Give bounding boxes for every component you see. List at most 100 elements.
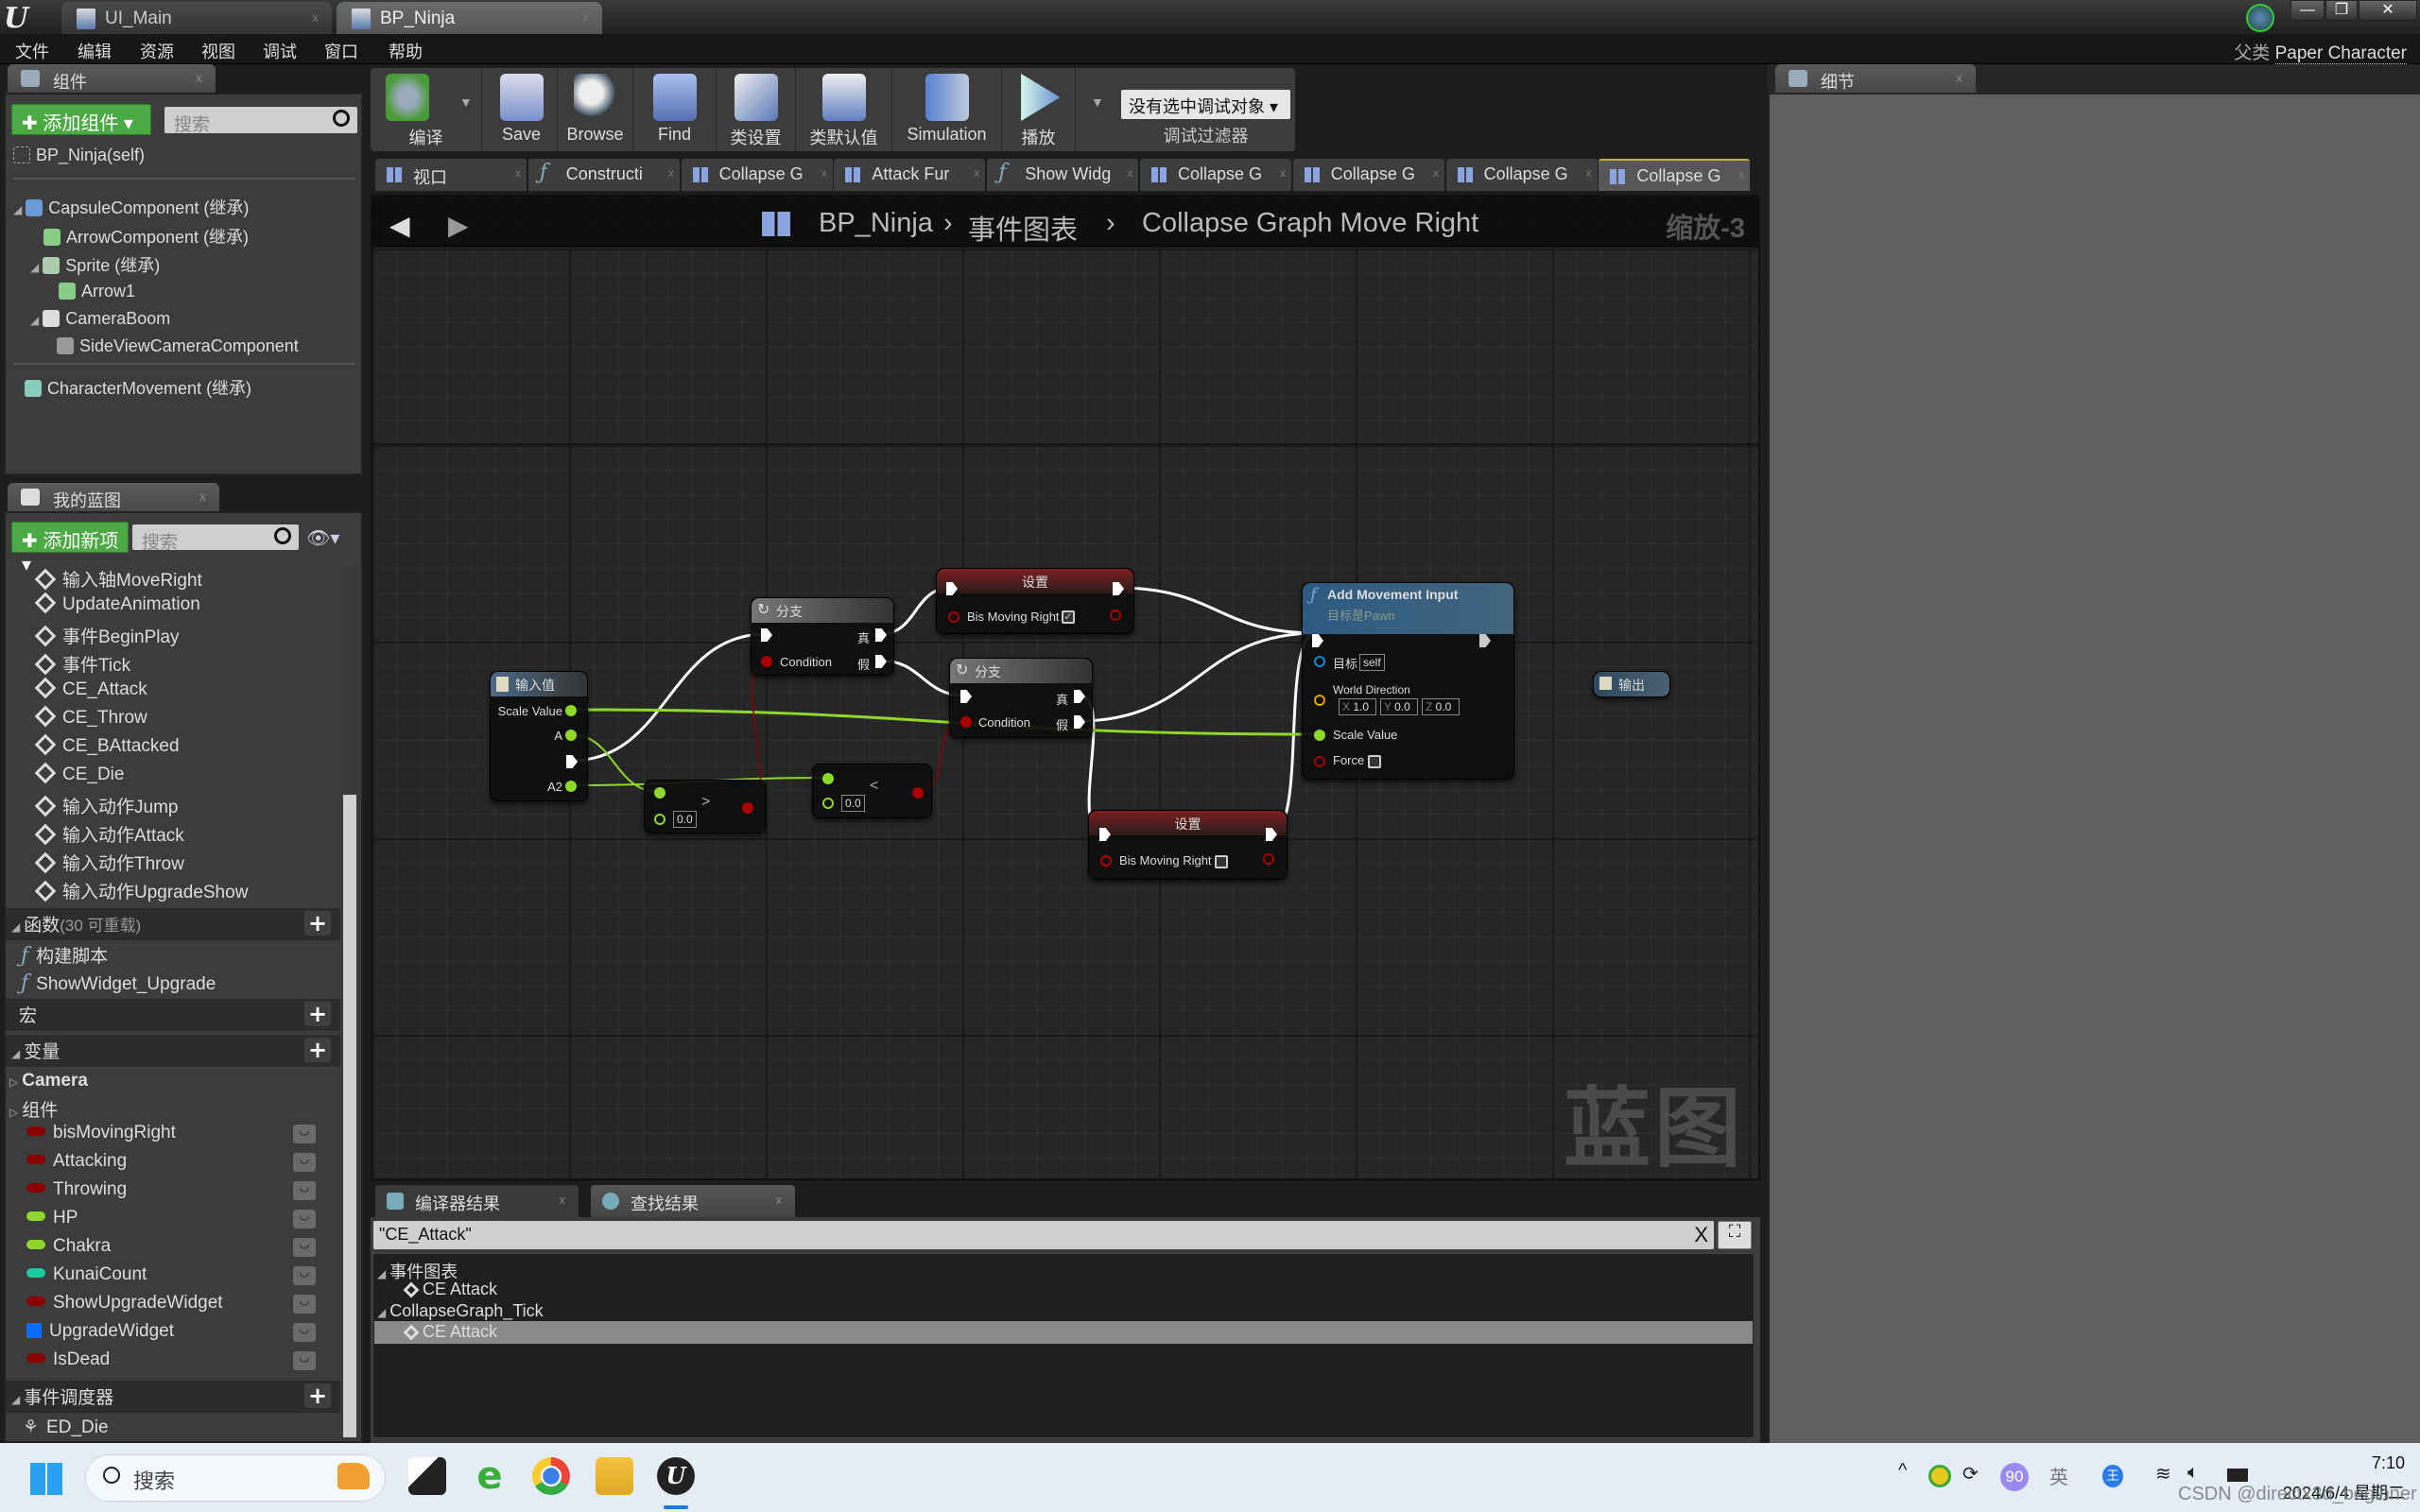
y-value: 0.0: [1394, 700, 1410, 713]
tray-app-icon[interactable]: [1928, 1465, 1951, 1487]
node-title: 分支: [776, 604, 803, 619]
pin-out[interactable]: [742, 802, 753, 814]
unreal-engine-icon[interactable]: U: [657, 1457, 695, 1495]
show-hidden-icons-chevron[interactable]: ^: [1898, 1460, 1907, 1482]
pin-b[interactable]: [822, 798, 834, 809]
node-branch-2[interactable]: ↻ 分支 真 Condition 假: [949, 658, 1093, 738]
x-value-box[interactable]: X 1.0: [1339, 698, 1376, 715]
node-title: 分支: [975, 664, 1001, 679]
exec-true-pin[interactable]: [1074, 690, 1085, 703]
exec-false-pin[interactable]: [1074, 715, 1085, 729]
compiler-icon: [387, 1193, 404, 1210]
pin-target[interactable]: [1314, 656, 1325, 667]
pin-force[interactable]: [1314, 756, 1325, 767]
force-checkbox[interactable]: [1368, 755, 1381, 768]
y-value-box[interactable]: Y 0.0: [1380, 698, 1418, 715]
close-tab-icon[interactable]: x: [1956, 70, 1962, 85]
checkbox-checked[interactable]: ✓: [1062, 610, 1075, 624]
pin-out[interactable]: [1110, 610, 1121, 621]
node-input-value[interactable]: 输入值 Scale Value A A2: [490, 671, 588, 801]
result-group[interactable]: ◢ CollapseGraph_Tick: [377, 1301, 544, 1321]
checkbox-unchecked[interactable]: [1215, 855, 1228, 868]
volume-icon[interactable]: 🔈︎: [2187, 1462, 2199, 1484]
tab-find-results[interactable]: 查找结果 x: [591, 1185, 795, 1217]
node-subtitle: 目标是Pawn: [1327, 609, 1395, 623]
taskbar-search[interactable]: 搜索: [85, 1454, 386, 1502]
exec-in-pin[interactable]: [1312, 634, 1323, 647]
pin-out[interactable]: [1263, 853, 1274, 865]
z-value-box[interactable]: Z 0.0: [1422, 698, 1460, 715]
selected-row-highlight: [374, 1321, 1753, 1344]
node-greater-than[interactable]: 0.0 >: [644, 780, 766, 833]
node-less-than[interactable]: 0.0 <: [812, 764, 932, 818]
pin-out[interactable]: [912, 787, 924, 799]
node-set-2[interactable]: 设置 Bis Moving Right: [1088, 810, 1288, 880]
pin-label: Condition: [978, 715, 1030, 730]
browser-ie-icon[interactable]: e: [471, 1457, 509, 1495]
pin-scale-value[interactable]: [1314, 730, 1325, 741]
exec-out-pin[interactable]: [566, 755, 578, 768]
cheese-icon: [337, 1463, 370, 1489]
find-results-tree: ◢ 事件图表 CE Attack ◢ CollapseGraph_Tick CE A…: [372, 1253, 1754, 1438]
result-item[interactable]: CE Attack: [403, 1280, 497, 1299]
exec-true-pin[interactable]: [875, 628, 887, 642]
pin-a[interactable]: [565, 730, 577, 741]
exec-out-pin[interactable]: [1479, 634, 1491, 647]
magnifier-icon: [602, 1193, 619, 1210]
ime-indicator[interactable]: 英: [2049, 1462, 2068, 1489]
search-value: "CE_Attack": [379, 1225, 472, 1244]
node-branch-1[interactable]: ↻ 分支 真 Condition 假: [751, 597, 894, 676]
exec-false-pin[interactable]: [875, 655, 887, 668]
exec-branch2-false-to-add-movement: [1078, 631, 1318, 723]
pin-a[interactable]: [822, 773, 834, 784]
exec-in-pin[interactable]: [960, 690, 972, 703]
clear-search-icon[interactable]: X: [1694, 1223, 1708, 1247]
value-box[interactable]: 0.0: [673, 811, 697, 828]
file-explorer-icon[interactable]: [596, 1457, 633, 1495]
pin-label: 假: [857, 658, 871, 672]
search-icon: [103, 1467, 120, 1484]
pin-condition[interactable]: [761, 656, 772, 667]
chrome-icon[interactable]: [532, 1457, 570, 1495]
find-search-input[interactable]: "CE_Attack" X: [373, 1221, 1714, 1249]
pin-label: 真: [1056, 693, 1069, 707]
pin-a2[interactable]: [565, 781, 577, 792]
tunnel-icon: [496, 677, 509, 692]
close-tab-icon[interactable]: x: [776, 1193, 783, 1207]
pin-condition[interactable]: [960, 716, 972, 728]
pin-label: 假: [1056, 718, 1069, 732]
pin-scale-value[interactable]: [565, 705, 577, 716]
pin-bis-moving-right[interactable]: [948, 611, 959, 623]
node-output[interactable]: 输出: [1593, 671, 1670, 697]
function-icon: ƒ: [1310, 585, 1317, 605]
pin-world-direction[interactable]: [1314, 695, 1325, 706]
tab-label: 细节: [1821, 73, 1855, 92]
node-add-movement-input[interactable]: ƒ Add Movement Input 目标是Pawn 目标 self Wor…: [1302, 582, 1514, 780]
details-icon: [1789, 70, 1807, 87]
value-box[interactable]: 0.0: [841, 795, 865, 812]
sync-icon[interactable]: ⟳: [1962, 1462, 1979, 1486]
pin-b[interactable]: [654, 814, 666, 825]
tab-compiler-results[interactable]: 编译器结果 x: [375, 1185, 579, 1217]
tray-badge[interactable]: 90: [2000, 1463, 2029, 1491]
result-item-selected[interactable]: CE Attack: [403, 1322, 497, 1342]
binoculars-icon[interactable]: ⛶: [1718, 1221, 1752, 1249]
clock-time[interactable]: 7:10: [2372, 1453, 2405, 1473]
wifi-icon[interactable]: ≋: [2155, 1462, 2171, 1486]
node-title: 设置: [1174, 816, 1201, 832]
details-tab[interactable]: 细节 x: [1775, 64, 1976, 93]
pin-bis-moving-right[interactable]: [1100, 855, 1112, 867]
input-method-icon[interactable]: 王: [2102, 1465, 2123, 1487]
close-tab-icon[interactable]: x: [560, 1193, 566, 1207]
node-title: 设置: [1022, 575, 1048, 590]
windows-start-icon[interactable]: [30, 1463, 62, 1495]
target-value[interactable]: self: [1359, 654, 1385, 671]
branch-icon: ↻: [757, 602, 770, 618]
exec-in-pin[interactable]: [761, 628, 772, 642]
node-set-1[interactable]: 设置 Bis Moving Right ✓: [936, 568, 1134, 634]
pin-a[interactable]: [654, 787, 666, 799]
pin-label: Scale Value: [497, 704, 562, 718]
task-view-icon[interactable]: [408, 1457, 446, 1495]
z-value: 0.0: [1435, 700, 1452, 713]
battery-icon[interactable]: [2227, 1469, 2248, 1482]
